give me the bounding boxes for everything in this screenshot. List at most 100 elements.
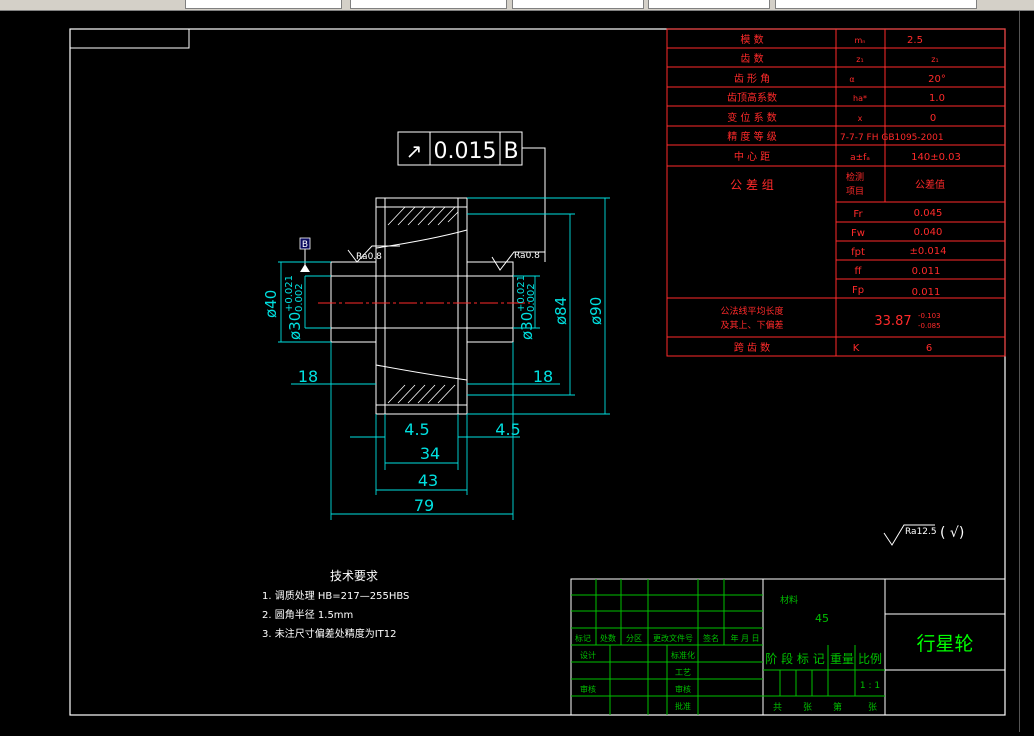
- param-symbol-5: x: [858, 114, 863, 123]
- param-label-2: 齿 数: [740, 52, 763, 65]
- stage-mark: 阶 段 标 记: [765, 651, 824, 666]
- drawing-svg[interactable]: ↗ 0.015 B B Ra0.8 Ra0.8 ø40 ø30 +0.021 0…: [0, 11, 1034, 732]
- tolerance-value: 0.015: [434, 139, 497, 164]
- general-roughness-paren: ( √): [940, 525, 964, 541]
- last-value: 6: [926, 343, 932, 354]
- header-date: 年 月 日: [730, 633, 759, 643]
- dim-d90: ø90: [587, 297, 605, 325]
- last-label: 跨 齿 数: [734, 341, 770, 354]
- dim-18-left: 18: [298, 367, 318, 386]
- label-approve: 批准: [675, 701, 691, 711]
- label-audit: 审核: [675, 684, 691, 694]
- tech-req-item-3: 3. 未注尺寸偏差处精度为IT12: [262, 627, 397, 640]
- toolbar-field[interactable]: [185, 0, 342, 9]
- cad-canvas[interactable]: ↗ 0.015 B B Ra0.8 Ra0.8 ø40 ø30 +0.021 0…: [0, 11, 1034, 732]
- tech-req-item-2: 2. 圆角半径 1.5mm: [262, 608, 353, 621]
- header-mark: 标记: [575, 633, 591, 643]
- header-file: 更改文件号: [653, 633, 693, 643]
- right-scroll-edge[interactable]: [1019, 11, 1034, 732]
- header-zone: 分区: [626, 634, 642, 643]
- dim-43: 43: [418, 471, 438, 490]
- dim-d30-right: ø30: [518, 312, 536, 340]
- datum-label: B: [302, 240, 308, 250]
- toolbar-field[interactable]: [512, 0, 644, 9]
- label-review: 审核: [580, 684, 596, 694]
- sheet-no: 第: [833, 701, 842, 713]
- param-symbol-4: ha*: [853, 94, 867, 103]
- group-symbol-3: fpt: [851, 247, 865, 258]
- dim-d30-left-tol-lo: 0.002: [294, 283, 305, 312]
- param-value-1: 2.5: [907, 35, 923, 46]
- material-value: 45: [815, 612, 829, 625]
- hatch-bottom: [387, 384, 456, 404]
- toolbar-strip: [0, 0, 1034, 11]
- param-label-5: 变 位 系 数: [727, 111, 777, 124]
- last-symbol: K: [853, 343, 860, 354]
- group-value-1: 0.045: [914, 208, 943, 219]
- param-value-3: 20°: [928, 74, 946, 85]
- tolerance-frame: ↗ 0.015 B: [397, 131, 546, 262]
- span-tol-up: -0.103: [918, 312, 941, 320]
- span-value: 33.87: [874, 314, 911, 329]
- group-symbol-5: Fp: [852, 285, 864, 296]
- param-symbol-7: a±fₐ: [850, 153, 870, 163]
- group-symbol-4: ff: [855, 266, 863, 277]
- param-label-6: 精 度 等 级: [727, 130, 777, 143]
- group-value-3: ±0.014: [909, 246, 946, 257]
- roughness-left-text: Ra0.8: [356, 252, 382, 262]
- toolbar-field[interactable]: [775, 0, 977, 9]
- param-value-2: z₁: [931, 55, 938, 64]
- param-value-7: 140±0.03: [911, 152, 961, 163]
- group-label: 公 差 组: [730, 178, 774, 192]
- dim-d40: ø40: [262, 290, 280, 318]
- param-symbol-2: z₁: [856, 55, 863, 64]
- title-block-text: 材料 45 行星轮 标记 处数 分区 更改文件号 签名 年 月 日 设计 标准化…: [575, 594, 974, 713]
- param-label-4: 齿顶高系数: [727, 91, 777, 104]
- dim-d30-left: ø30: [286, 312, 304, 340]
- span-tol-lo: -0.085: [918, 322, 941, 330]
- dim-18-right: 18: [533, 367, 553, 386]
- dim-79: 79: [414, 496, 434, 515]
- param-value-4: 1.0: [929, 93, 945, 104]
- span-label-2: 及其上、下偏差: [720, 319, 783, 331]
- param-symbol-6: 7-7-7 FH GB1095-2001: [840, 133, 944, 143]
- sheet-total: 共: [773, 702, 782, 713]
- param-table: [666, 28, 1006, 357]
- param-label-3: 齿 形 角: [734, 73, 770, 85]
- gear-section: [330, 197, 514, 415]
- general-roughness: Ra12.5: [905, 527, 937, 537]
- param-label-7: 中 心 距: [734, 150, 770, 163]
- weight-label: 重量: [830, 652, 854, 666]
- label-standardize: 标准化: [671, 650, 695, 660]
- tech-req-item-1: 1. 调质处理 HB=217—255HBS: [262, 590, 409, 602]
- tolerance-datum: B: [503, 139, 518, 164]
- material-label: 材料: [780, 594, 798, 606]
- ratio-label: 比例: [858, 652, 882, 666]
- dim-34: 34: [420, 444, 440, 463]
- param-symbol-3: α: [849, 75, 854, 84]
- group-value-2: 0.040: [914, 227, 943, 238]
- header-sign: 签名: [703, 633, 719, 643]
- hatch-top: [387, 206, 459, 226]
- dim-d84: ø84: [552, 297, 570, 325]
- dim-4-5-left: 4.5: [404, 420, 429, 439]
- sheet-unit: 张: [803, 702, 812, 713]
- roughness-right-text: Ra0.8: [514, 251, 540, 261]
- param-table-text: 模 数 mₙ 2.5 齿 数 z₁ z₁ 齿 形 角 α 20° 齿顶高系数 h…: [720, 33, 960, 354]
- param-value-5: 0: [930, 113, 936, 124]
- header-count: 处数: [600, 633, 616, 643]
- label-check: 工艺: [675, 668, 691, 677]
- group-head-2: 项目: [846, 186, 864, 197]
- runout-icon: ↗: [406, 139, 423, 163]
- group-symbol-2: Fw: [851, 228, 865, 239]
- span-label-1: 公法线平均长度: [720, 305, 783, 317]
- group-value-5: 0.011: [912, 287, 941, 298]
- code-box: [69, 28, 190, 49]
- toolbar-field[interactable]: [350, 0, 507, 9]
- tech-req-title: 技术要求: [330, 569, 378, 583]
- sheet-unit2: 张: [868, 702, 877, 713]
- dim-d30-right-tol-lo: 0.002: [526, 283, 537, 312]
- toolbar-field[interactable]: [648, 0, 770, 9]
- part-name: 行星轮: [916, 633, 973, 655]
- dim-4-5-right: 4.5: [495, 420, 520, 439]
